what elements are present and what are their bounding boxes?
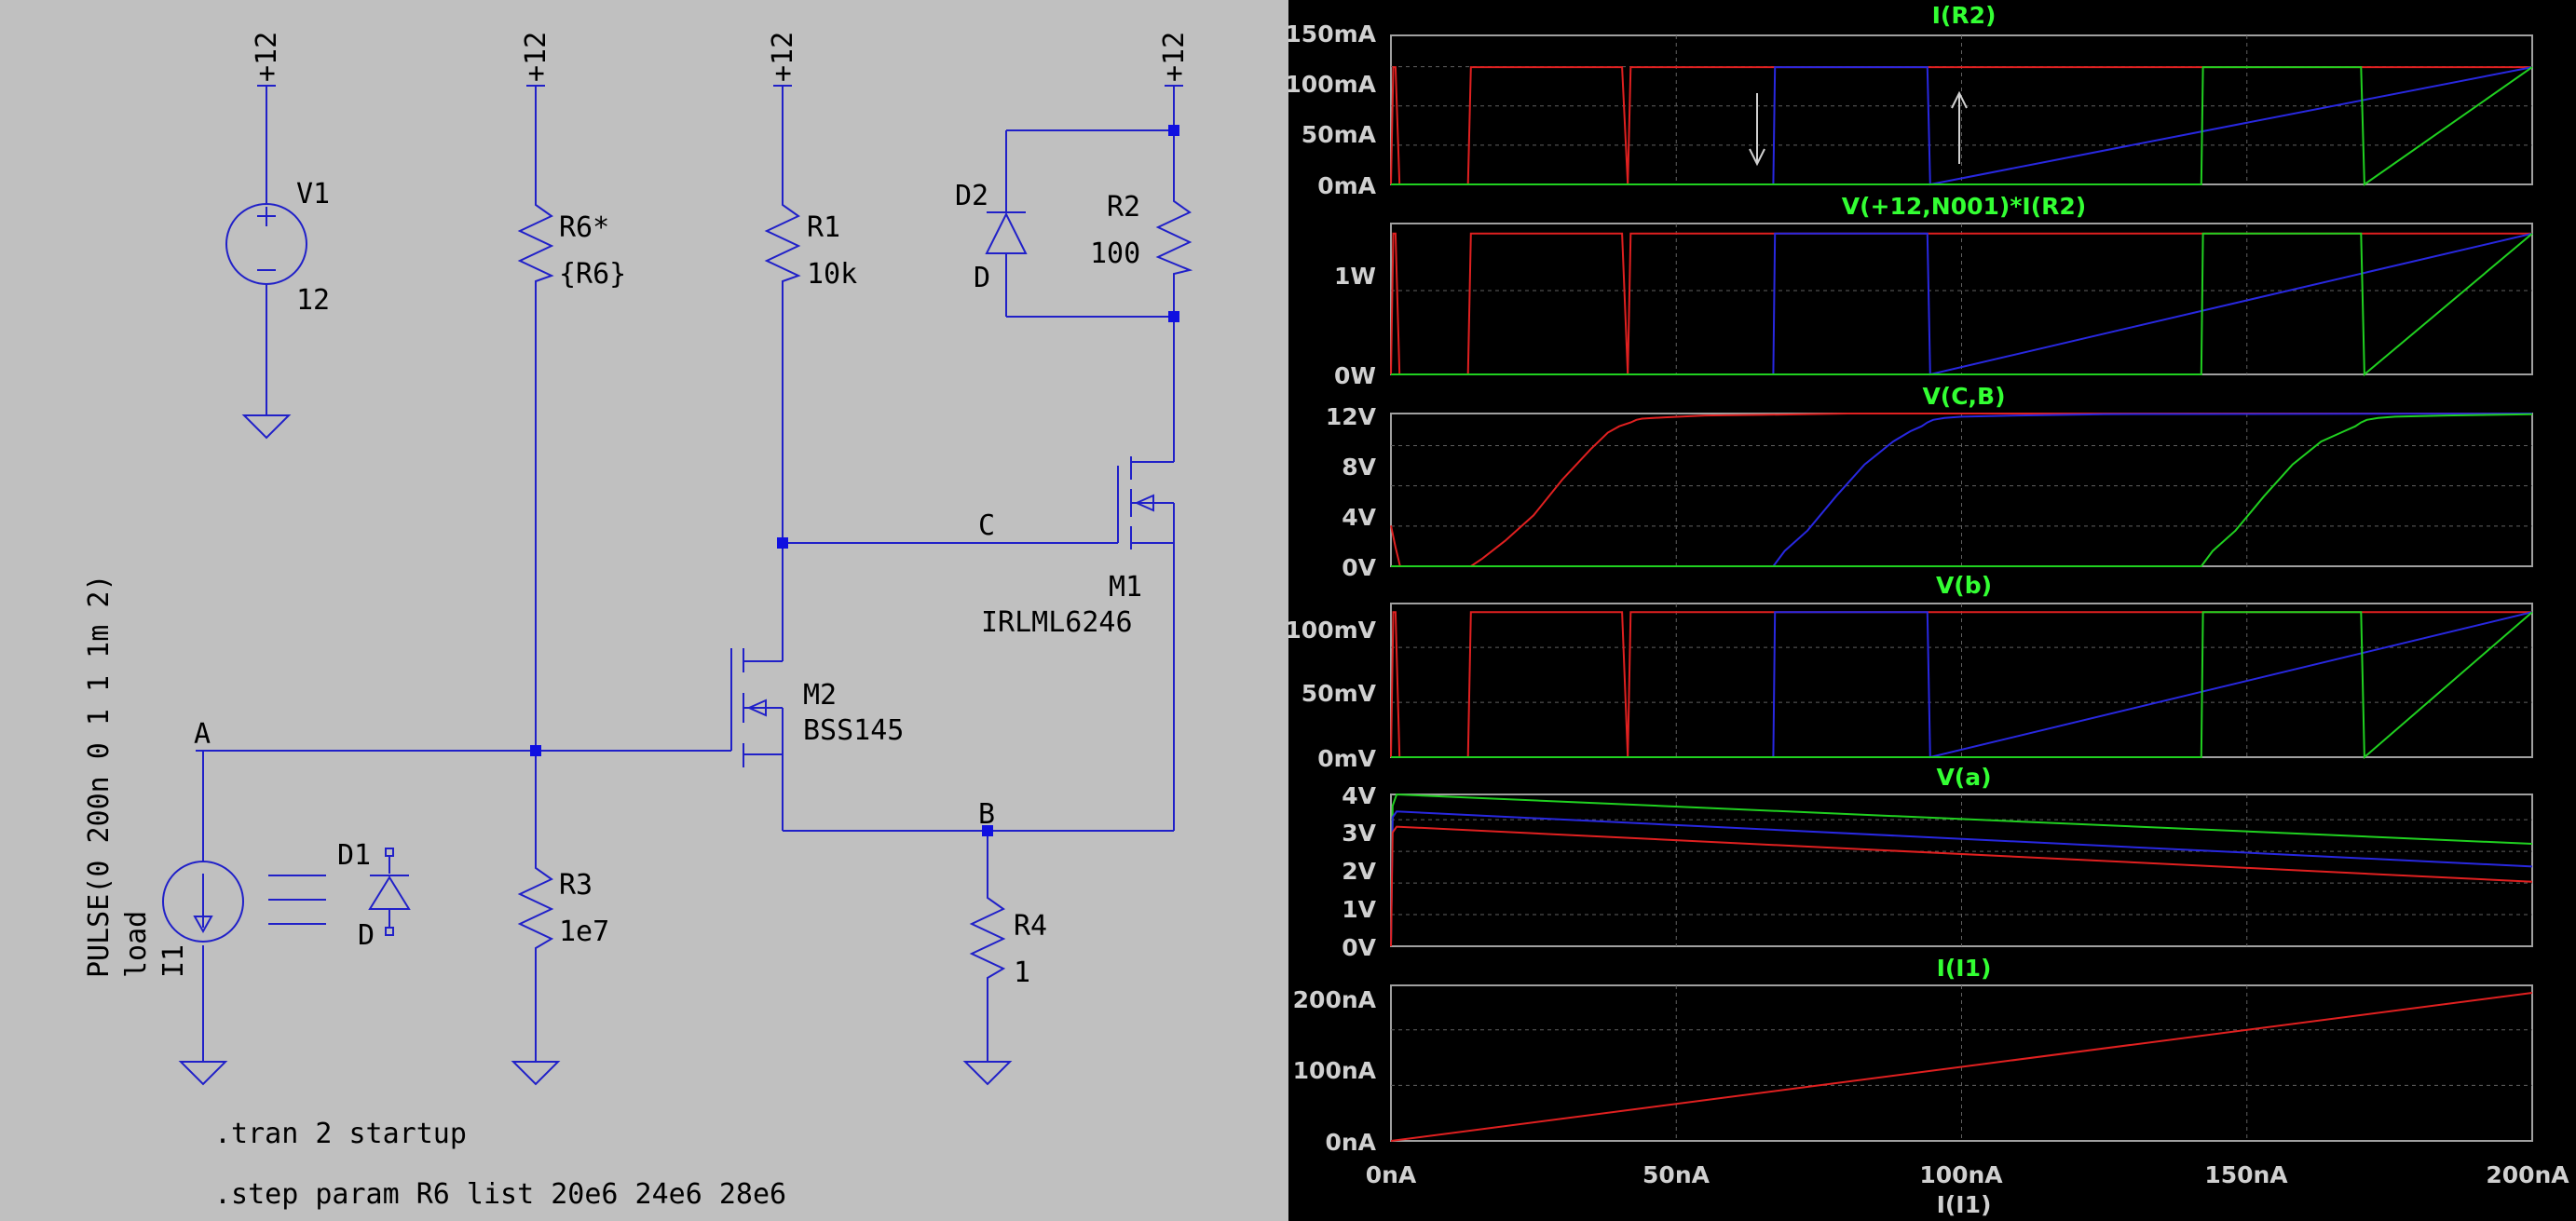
v1-name: V1 [296, 178, 330, 210]
pane2-ytick: 0W [1334, 362, 1376, 389]
net-label-a: A [194, 718, 211, 751]
i1-value: PULSE(0 200n 0 1 1 1m 2) [83, 575, 116, 978]
x-tick: 50nA [1642, 1161, 1711, 1188]
ltspice-window: +12 +12 +12 +12 V1 12 R6* {R6} R1 10k R2… [0, 0, 2576, 1221]
pane3-ytick: 12V [1326, 403, 1377, 430]
net-label-c: C [978, 509, 995, 542]
net-label-b: B [978, 798, 995, 831]
pane3-ytick: 8V [1342, 454, 1376, 481]
pane4-title[interactable]: V(b) [1936, 572, 1992, 599]
r2-name: R2 [1107, 191, 1140, 224]
m2-value: BSS145 [803, 714, 904, 747]
pane3-ytick: 4V [1342, 504, 1376, 531]
r4-value: 1 [1014, 956, 1030, 989]
net-label-vcc2: +12 [520, 32, 552, 82]
pane4-ytick: 100mV [1288, 617, 1377, 644]
pane1-title[interactable]: I(R2) [1932, 2, 1997, 29]
directive-tran[interactable]: .tran 2 startup [214, 1118, 467, 1150]
r2-value: 100 [1090, 237, 1140, 270]
pane1-ytick: 50mA [1302, 121, 1377, 148]
m2-name: M2 [803, 679, 837, 712]
pane4-ytick: 50mV [1302, 680, 1377, 707]
net-label-vcc3: +12 [767, 32, 799, 82]
m1-value: IRLML6246 [981, 606, 1133, 639]
i1-name: I1 [157, 944, 190, 978]
r1-value: 10k [807, 258, 857, 291]
directive-step[interactable]: .step param R6 list 20e6 24e6 28e6 [214, 1178, 786, 1211]
pane2-title[interactable]: V(+12,N001)*I(R2) [1842, 193, 2086, 220]
pane3-ytick: 0V [1342, 554, 1376, 581]
d2-name: D2 [955, 180, 988, 212]
x-tick: 100nA [1919, 1161, 2003, 1188]
pane2-ytick: 1W [1334, 263, 1376, 290]
r4-name: R4 [1014, 910, 1047, 943]
r1-name: R1 [807, 211, 840, 244]
r3-value: 1e7 [559, 916, 609, 948]
d1-name: D1 [337, 839, 371, 872]
pane1-ytick: 150mA [1288, 20, 1377, 47]
d1-value: D [358, 919, 375, 952]
net-label-vcc4: +12 [1158, 32, 1191, 82]
x-tick: 0nA [1366, 1161, 1417, 1188]
v1-value: 12 [296, 284, 330, 317]
pane3-title[interactable]: V(C,B) [1922, 383, 2005, 410]
r3-name: R3 [559, 869, 593, 902]
pane5-ytick: 3V [1342, 820, 1376, 847]
waveform-viewer[interactable]: I(R2) V(+12,N001)*I(R2) V(C,B) V(b) V(a)… [1288, 0, 2576, 1221]
pane1-ytick: 100mA [1288, 71, 1377, 98]
pane4-ytick: 0mV [1317, 745, 1376, 772]
i1-load: load [120, 911, 153, 978]
pane5-ytick: 4V [1342, 782, 1376, 809]
pane5-ytick: 2V [1342, 858, 1376, 885]
pane6-ytick: 0nA [1325, 1129, 1376, 1156]
r6-value: {R6} [559, 258, 626, 291]
pane1-ytick: 0mA [1317, 172, 1376, 199]
pane5-ytick: 1V [1342, 896, 1376, 923]
x-tick: 200nA [2486, 1161, 2569, 1188]
schematic-editor[interactable]: +12 +12 +12 +12 V1 12 R6* {R6} R1 10k R2… [0, 0, 1288, 1221]
pane6-ytick: 200nA [1293, 986, 1377, 1013]
pane6-title[interactable]: I(I1) [1937, 955, 1992, 982]
x-tick: 150nA [2204, 1161, 2288, 1188]
net-label-vcc1: +12 [251, 32, 283, 82]
pane5-ytick: 0V [1342, 934, 1376, 961]
pane5-title[interactable]: V(a) [1936, 764, 1991, 791]
d2-value: D [974, 262, 990, 294]
pane6-ytick: 100nA [1293, 1057, 1377, 1084]
r6-name: R6* [559, 211, 609, 244]
x-axis-label[interactable]: I(I1) [1937, 1191, 1992, 1218]
m1-name: M1 [1109, 571, 1142, 604]
